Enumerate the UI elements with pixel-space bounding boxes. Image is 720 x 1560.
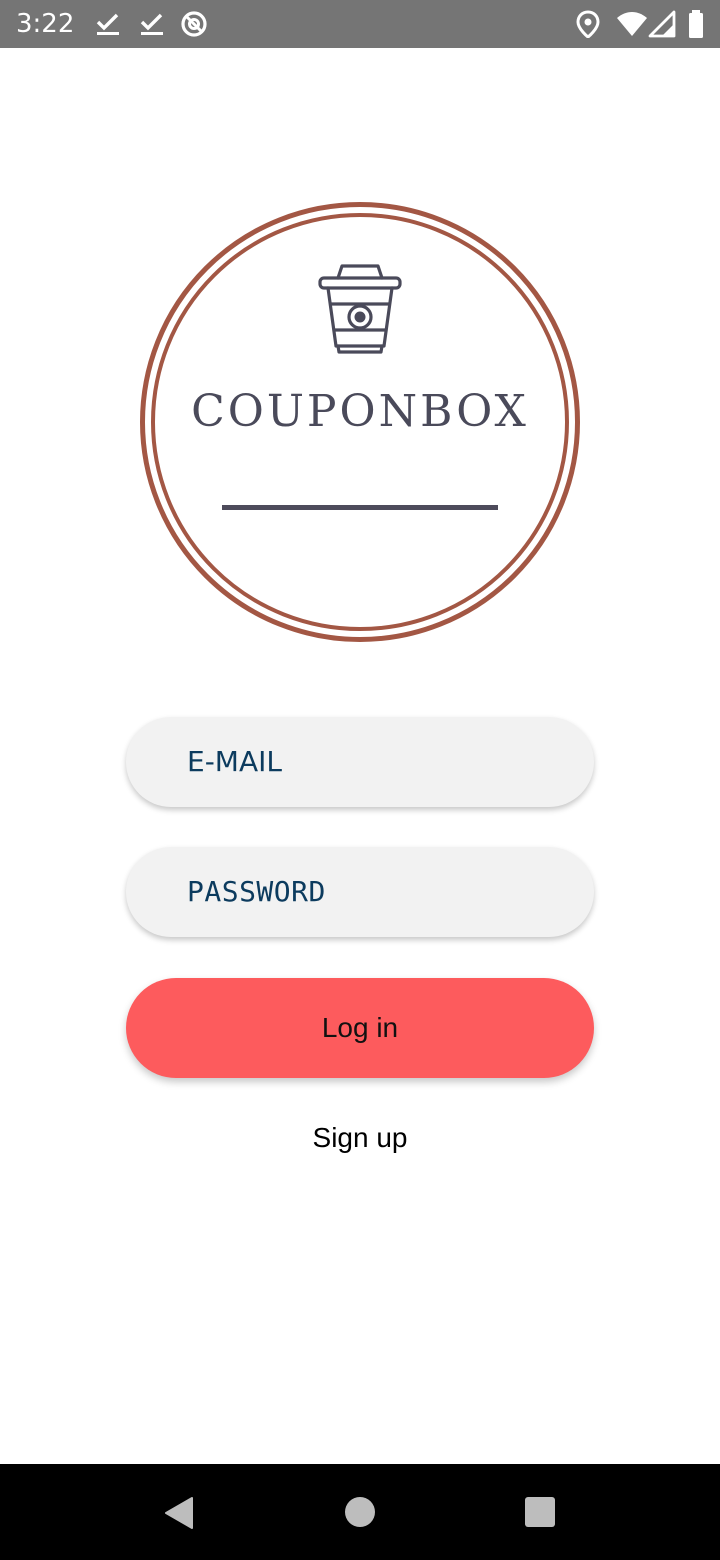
password-placeholder: PASSWORD (187, 875, 326, 908)
check-icon (96, 13, 119, 35)
no-disturb-icon (181, 11, 207, 37)
email-field[interactable]: E-MAIL (126, 717, 594, 807)
app-logo: COUPONBOX (140, 202, 580, 642)
signup-link[interactable]: Sign up (0, 1120, 720, 1156)
battery-icon (689, 10, 703, 38)
signup-link-label: Sign up (312, 1122, 408, 1153)
brand-name: COUPONBOX (191, 386, 529, 437)
home-icon[interactable] (345, 1497, 375, 1527)
back-icon[interactable] (164, 1496, 194, 1530)
brand-underline (222, 505, 498, 510)
cell-signal-icon (648, 10, 676, 38)
login-button[interactable]: Log in (126, 978, 594, 1078)
coffee-cup-icon (318, 264, 402, 354)
status-bar: 3:22 (0, 0, 720, 48)
wifi-icon (617, 12, 647, 36)
status-time: 3:22 (16, 9, 75, 39)
location-icon (576, 10, 600, 38)
login-button-label: Log in (321, 1012, 399, 1043)
check-icon (140, 13, 163, 35)
recents-icon[interactable] (525, 1497, 555, 1527)
email-placeholder: E-MAIL (187, 745, 282, 778)
navigation-bar (0, 1464, 720, 1560)
password-field[interactable]: PASSWORD (126, 847, 594, 937)
